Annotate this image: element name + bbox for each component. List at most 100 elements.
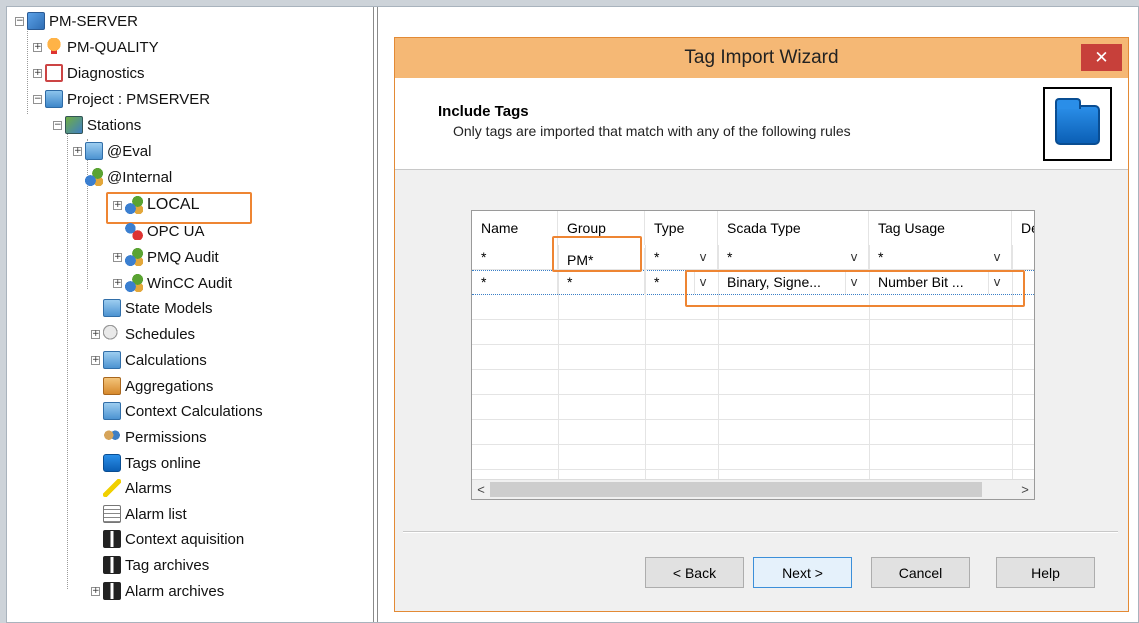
table-row-empty (472, 395, 1034, 420)
opc-ua-icon (125, 222, 143, 240)
expand-icon[interactable]: + (113, 278, 122, 288)
tree-item-tag-archives[interactable]: Tag archives (103, 553, 209, 577)
help-button[interactable]: Help (996, 557, 1095, 588)
eval-station-icon (85, 142, 103, 160)
tag-import-wizard-dialog: Tag Import Wizard ✕ Include Tags Only ta… (394, 37, 1129, 612)
tree-item-label: Schedules (125, 325, 196, 343)
scada-type-dropdown-arrow-icon[interactable]: v (845, 245, 863, 270)
tree-item-label: State Models (125, 299, 213, 317)
tree-item-label: PMQ Audit (147, 248, 219, 266)
tree-item-alarms[interactable]: Alarms (103, 476, 172, 500)
type-dropdown-arrow-icon[interactable]: v (694, 245, 712, 270)
cell-group[interactable]: * (558, 271, 645, 294)
expand-icon[interactable]: + (113, 252, 122, 262)
tree-item-label: @Eval (107, 142, 152, 160)
tree-item-state-models[interactable]: State Models (103, 296, 213, 320)
collapse-icon[interactable]: − (15, 16, 24, 26)
tags-online-icon (103, 454, 121, 472)
scroll-left-icon[interactable]: < (472, 480, 490, 499)
tree-item-pm-quality[interactable]: + PM-QUALITY (33, 35, 159, 59)
tag-usage-dropdown-arrow-icon[interactable]: v (988, 245, 1006, 270)
next-button[interactable]: Next > (753, 557, 852, 588)
back-button[interactable]: < Back (645, 557, 744, 588)
cell-name[interactable]: * (472, 245, 558, 270)
tree-item-pm-server[interactable]: − PM-SERVER (15, 9, 138, 33)
table-row-empty (472, 320, 1034, 345)
dialog-titlebar[interactable]: Tag Import Wizard ✕ (395, 38, 1128, 78)
scrollbar-thumb[interactable] (490, 482, 982, 497)
tree-item-schedules[interactable]: + Schedules (91, 322, 195, 346)
tree-item-wincc-audit[interactable]: + WinCC Audit (113, 271, 232, 295)
collapse-icon[interactable]: − (53, 120, 62, 130)
tree-item-pmq-audit[interactable]: + PMQ Audit (113, 245, 219, 269)
tree-item-label: Alarms (125, 479, 172, 497)
network-station-icon (125, 248, 143, 266)
collapse-icon[interactable]: − (33, 94, 42, 104)
tree-item-project[interactable]: − Project : PMSERVER (33, 87, 210, 111)
tree-item-label: Tag archives (125, 556, 210, 574)
table-row-empty (472, 345, 1034, 370)
tree-item-opc-ua[interactable]: OPC UA (125, 219, 205, 243)
include-rules-grid[interactable]: Name Group Type Scada Type Tag Usage Des… (471, 210, 1035, 500)
tree-item-aggregations[interactable]: Aggregations (103, 374, 213, 398)
cell-name[interactable]: * (472, 271, 558, 294)
project-tree[interactable]: − PM-SERVER + PM-QUALITY + Diagnostics −… (7, 7, 373, 622)
tree-item-label: Permissions (125, 428, 207, 446)
tree-item-label: Aggregations (125, 377, 214, 395)
project-icon (45, 90, 63, 108)
tree-item-alarm-archives[interactable]: + Alarm archives (91, 579, 224, 603)
expand-icon[interactable]: + (91, 355, 100, 365)
tree-item-label: PM-QUALITY (67, 38, 159, 56)
expand-icon[interactable]: + (33, 68, 42, 78)
expand-icon[interactable]: + (33, 42, 42, 52)
network-station-icon (125, 274, 143, 292)
permissions-icon (103, 428, 121, 446)
group-highlight-box (552, 236, 642, 272)
tree-item-internal[interactable]: @Internal (73, 165, 172, 189)
cancel-button[interactable]: Cancel (871, 557, 970, 588)
stations-icon (65, 116, 83, 134)
tree-item-eval[interactable]: + @Eval (73, 139, 151, 163)
panel-splitter[interactable] (373, 7, 378, 622)
schedules-icon (103, 325, 121, 343)
expand-icon[interactable]: + (91, 586, 100, 596)
calculations-icon (103, 351, 121, 369)
dialog-title: Tag Import Wizard (684, 47, 839, 68)
network-station-icon (85, 168, 103, 186)
tree-item-stations[interactable]: − Stations (53, 113, 141, 137)
expand-icon[interactable]: + (91, 329, 100, 339)
close-button[interactable]: ✕ (1081, 44, 1122, 71)
quality-award-icon (45, 38, 63, 56)
scroll-right-icon[interactable]: > (1016, 480, 1034, 499)
tag-archives-icon (103, 556, 121, 574)
tree-item-label: PM-SERVER (49, 12, 138, 30)
column-header-type[interactable]: Type (645, 211, 718, 245)
table-row-empty (472, 420, 1034, 445)
table-row-empty (472, 370, 1034, 395)
footer-divider (403, 531, 1118, 533)
alarms-icon (103, 479, 121, 497)
tree-item-permissions[interactable]: Permissions (103, 425, 207, 449)
tree-item-context-calculations[interactable]: Context Calculations (103, 399, 263, 423)
tree-item-diagnostics[interactable]: + Diagnostics (33, 61, 145, 85)
tree-item-alarm-list[interactable]: Alarm list (103, 502, 187, 526)
header-title: Include Tags (438, 103, 529, 120)
tree-item-calculations[interactable]: + Calculations (91, 348, 207, 372)
expand-icon[interactable]: + (73, 146, 82, 156)
column-header-name[interactable]: Name (472, 211, 558, 245)
column-header-scada-type[interactable]: Scada Type (718, 211, 869, 245)
tree-item-label: Diagnostics (67, 64, 145, 82)
alarm-archives-icon (103, 582, 121, 600)
application-window: − PM-SERVER + PM-QUALITY + Diagnostics −… (6, 6, 1139, 623)
tree-item-label: Calculations (125, 351, 207, 369)
tree-item-label: Project : PMSERVER (67, 90, 211, 108)
tree-item-label: Context Calculations (125, 402, 263, 420)
tree-item-tags-online[interactable]: Tags online (103, 451, 201, 475)
column-header-description[interactable]: Description (1012, 211, 1034, 245)
tree-item-label: Alarm archives (125, 582, 225, 600)
column-header-tag-usage[interactable]: Tag Usage (869, 211, 1012, 245)
horizontal-scrollbar[interactable]: < > (472, 479, 1034, 499)
tree-item-context-acquisition[interactable]: Context aquisition (103, 527, 244, 551)
tree-item-label: @Internal (107, 168, 173, 186)
tree-item-label: OPC UA (147, 222, 205, 240)
